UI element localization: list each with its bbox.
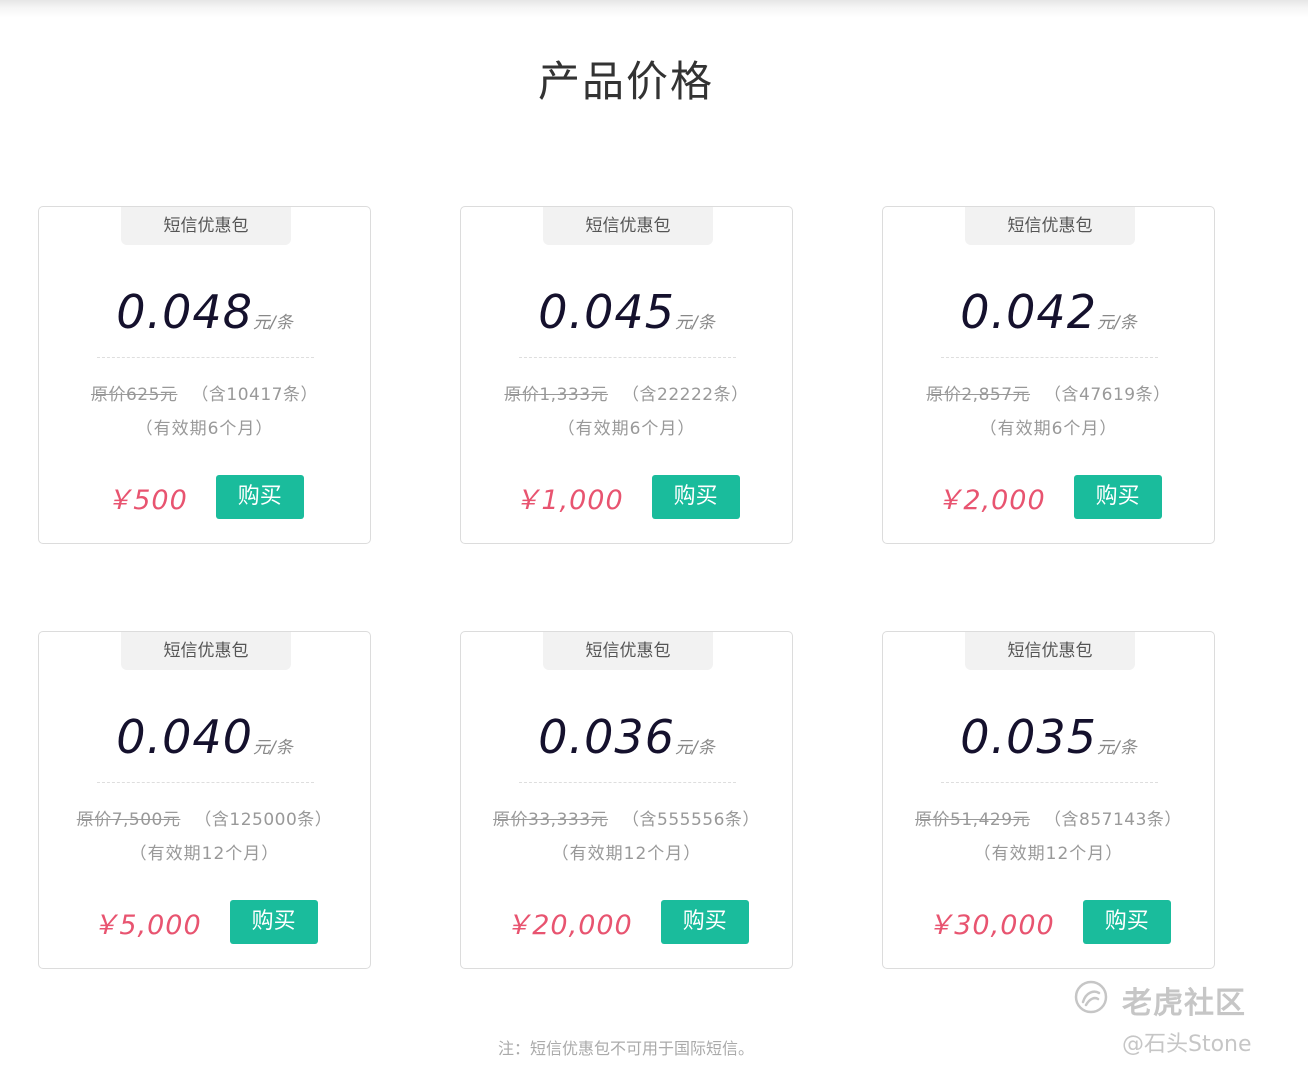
original-price: 原价7,500元	[76, 810, 181, 830]
validity-period: （有效期6个月）	[135, 419, 274, 439]
unit-price-value: 0.035	[960, 710, 1097, 764]
message-count: （含555556条）	[622, 810, 760, 830]
package-price: ￥20,000	[504, 909, 633, 941]
unit-price: 0.048元/条	[39, 285, 370, 339]
buy-row: ￥2,000 购买	[883, 475, 1214, 519]
buy-button[interactable]: 购买	[660, 900, 749, 944]
package-price: ￥5,000	[91, 909, 202, 941]
unit-price-value: 0.036	[538, 710, 675, 764]
buy-button[interactable]: 购买	[651, 475, 740, 519]
page-title: 产品价格	[537, 57, 714, 106]
original-price: 原价625元	[90, 385, 178, 405]
unit-price-unit: 元/条	[674, 313, 715, 333]
buy-row: ￥500 购买	[39, 475, 370, 519]
package-tag: 短信优惠包	[965, 207, 1135, 245]
divider	[519, 782, 736, 783]
unit-price-value: 0.048	[116, 285, 253, 339]
message-count: （含125000条）	[194, 810, 333, 830]
buy-row: ￥20,000 购买	[461, 900, 792, 944]
divider	[519, 357, 736, 358]
price-card: 短信优惠包 0.045元/条 原价1,333元 （含22222条） （有效期6个月…	[460, 206, 793, 544]
header-shadow	[0, 0, 1308, 18]
package-tag: 短信优惠包	[121, 632, 291, 670]
original-price-line: 原价7,500元 （含125000条）	[39, 805, 370, 830]
footnote: 注：短信优惠包不可用于国际短信。	[497, 1039, 754, 1058]
buy-button[interactable]: 购买	[1082, 900, 1171, 944]
package-price: ￥500	[105, 484, 188, 516]
package-price: ￥1,000	[513, 484, 624, 516]
price-card: 短信优惠包 0.048元/条 原价625元 （含10417条） （有效期6个月） …	[38, 206, 371, 544]
package-tag: 短信优惠包	[121, 207, 291, 245]
unit-price-value: 0.045	[538, 285, 675, 339]
package-tag: 短信优惠包	[543, 207, 713, 245]
buy-button[interactable]: 购买	[1073, 475, 1162, 519]
original-price-line: 原价33,333元 （含555556条）	[461, 805, 792, 830]
price-card: 短信优惠包 0.036元/条 原价33,333元 （含555556条） （有效期1…	[460, 631, 793, 969]
unit-price: 0.035元/条	[883, 710, 1214, 764]
validity-period: （有效期12个月）	[129, 844, 280, 864]
original-price-line: 原价2,857元 （含47619条）	[883, 380, 1214, 405]
validity-period: （有效期12个月）	[973, 844, 1124, 864]
message-count: （含857143条）	[1044, 810, 1182, 830]
original-price: 原价2,857元	[926, 385, 1031, 405]
unit-price-unit: 元/条	[252, 738, 293, 758]
original-price: 原价51,429元	[915, 810, 1031, 830]
original-price-line: 原价1,333元 （含22222条）	[461, 380, 792, 405]
package-price: ￥30,000	[926, 909, 1055, 941]
unit-price: 0.040元/条	[39, 710, 370, 764]
buy-button[interactable]: 购买	[215, 475, 304, 519]
price-card: 短信优惠包 0.040元/条 原价7,500元 （含125000条） （有效期12…	[38, 631, 371, 969]
package-tag: 短信优惠包	[543, 632, 713, 670]
divider	[97, 782, 314, 783]
unit-price-unit: 元/条	[674, 738, 715, 758]
divider	[941, 357, 1158, 358]
unit-price: 0.042元/条	[883, 285, 1214, 339]
validity-period: （有效期6个月）	[979, 419, 1118, 439]
watermark-author: @石头Stone	[1122, 1032, 1252, 1057]
unit-price: 0.036元/条	[461, 710, 792, 764]
buy-row: ￥5,000 购买	[39, 900, 370, 944]
message-count: （含22222条）	[622, 385, 749, 405]
divider	[941, 782, 1158, 783]
package-price: ￥2,000	[935, 484, 1046, 516]
price-card: 短信优惠包 0.042元/条 原价2,857元 （含47619条） （有效期6个月…	[882, 206, 1215, 544]
watermark: 老虎社区 @石头Stone	[1074, 978, 1284, 1058]
original-price-line: 原价51,429元 （含857143条）	[883, 805, 1214, 830]
unit-price-value: 0.042	[960, 285, 1097, 339]
original-price: 原价1,333元	[504, 385, 609, 405]
unit-price-value: 0.040	[116, 710, 253, 764]
message-count: （含10417条）	[191, 385, 319, 405]
divider	[97, 357, 314, 358]
unit-price: 0.045元/条	[461, 285, 792, 339]
unit-price-unit: 元/条	[1096, 738, 1137, 758]
buy-button[interactable]: 购买	[229, 900, 318, 944]
unit-price-unit: 元/条	[252, 313, 293, 333]
watermark-brand: 老虎社区	[1122, 986, 1246, 1021]
buy-row: ￥1,000 购买	[461, 475, 792, 519]
unit-price-unit: 元/条	[1096, 313, 1137, 333]
buy-row: ￥30,000 购买	[883, 900, 1214, 944]
validity-period: （有效期12个月）	[551, 844, 702, 864]
original-price-line: 原价625元 （含10417条）	[39, 380, 370, 405]
tiger-community-logo-icon	[1074, 980, 1108, 1014]
validity-period: （有效期6个月）	[557, 419, 696, 439]
package-tag: 短信优惠包	[965, 632, 1135, 670]
original-price: 原价33,333元	[493, 810, 609, 830]
price-card: 短信优惠包 0.035元/条 原价51,429元 （含857143条） （有效期1…	[882, 631, 1215, 969]
message-count: （含47619条）	[1044, 385, 1171, 405]
